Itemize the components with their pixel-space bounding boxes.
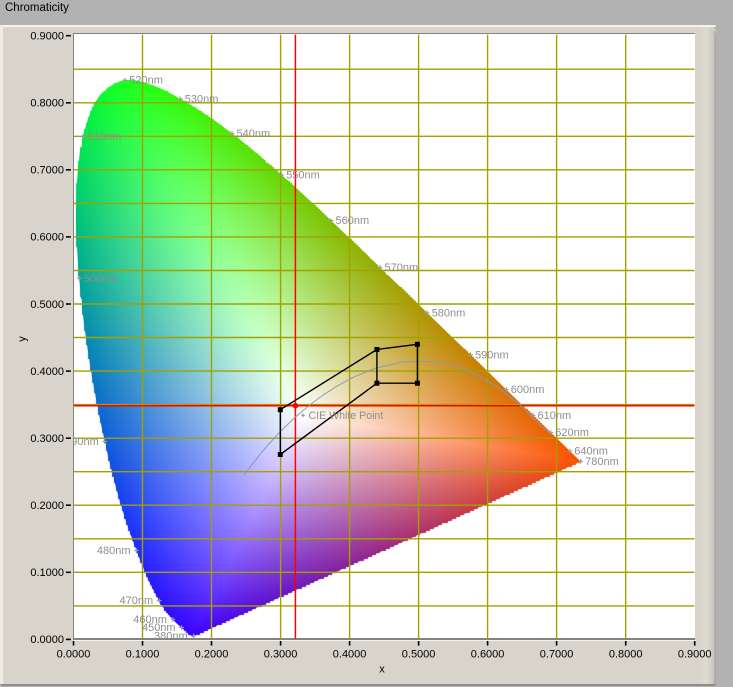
svg-text:570nm: 570nm	[385, 262, 419, 274]
svg-text:y: y	[17, 336, 29, 342]
svg-text:780nm: 780nm	[585, 456, 619, 468]
svg-text:0.7000: 0.7000	[30, 165, 64, 177]
svg-text:0.6000: 0.6000	[30, 232, 64, 244]
svg-text:520nm: 520nm	[129, 75, 163, 87]
svg-text:0.3000: 0.3000	[264, 649, 298, 661]
svg-text:560nm: 560nm	[336, 215, 370, 227]
svg-text:0.3000: 0.3000	[30, 433, 64, 445]
svg-text:530nm: 530nm	[185, 93, 219, 105]
svg-text:550nm: 550nm	[286, 170, 320, 182]
svg-text:600nm: 600nm	[511, 384, 545, 396]
svg-text:0.0000: 0.0000	[57, 649, 91, 661]
svg-text:0.1000: 0.1000	[30, 567, 64, 579]
svg-text:0.5000: 0.5000	[402, 649, 436, 661]
svg-text:510nm: 510nm	[88, 131, 122, 143]
svg-text:580nm: 580nm	[432, 308, 466, 320]
svg-text:620nm: 620nm	[555, 427, 589, 439]
svg-text:0.0000: 0.0000	[30, 634, 64, 646]
svg-text:0.4000: 0.4000	[333, 649, 367, 661]
svg-text:540nm: 540nm	[237, 128, 271, 140]
svg-text:0.2000: 0.2000	[30, 500, 64, 512]
svg-text:0.5000: 0.5000	[30, 299, 64, 311]
svg-text:x: x	[379, 664, 385, 676]
svg-text:0.9000: 0.9000	[678, 649, 712, 661]
svg-text:0.2000: 0.2000	[195, 649, 229, 661]
svg-text:500nm: 500nm	[84, 273, 118, 285]
svg-text:0.6000: 0.6000	[471, 649, 505, 661]
svg-text:470nm: 470nm	[120, 595, 154, 607]
svg-text:0.8000: 0.8000	[609, 649, 643, 661]
svg-text:0.7000: 0.7000	[540, 649, 574, 661]
svg-text:0.4000: 0.4000	[30, 366, 64, 378]
svg-text:590nm: 590nm	[475, 349, 509, 361]
svg-text:CIE White Point: CIE White Point	[309, 410, 384, 422]
svg-text:0.8000: 0.8000	[30, 98, 64, 110]
svg-text:0.9000: 0.9000	[30, 31, 64, 43]
svg-text:380nm: 380nm	[154, 631, 188, 643]
svg-text:610nm: 610nm	[538, 410, 572, 422]
svg-text:480nm: 480nm	[97, 545, 131, 557]
svg-text:0.1000: 0.1000	[126, 649, 160, 661]
